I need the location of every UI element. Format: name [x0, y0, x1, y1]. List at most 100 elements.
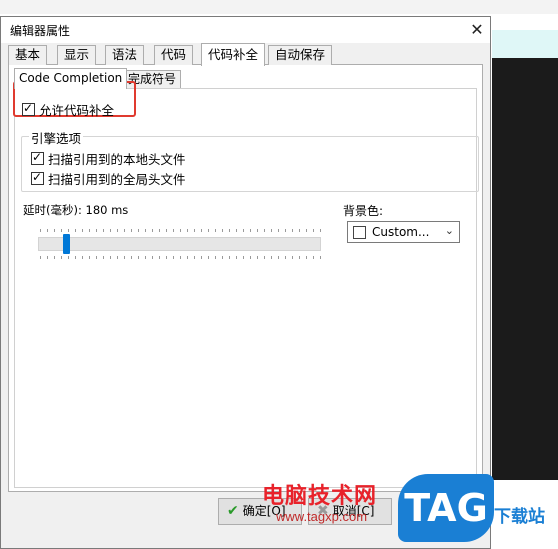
slider-tick [152, 256, 153, 259]
slider-tick [271, 256, 272, 259]
slider-tick [75, 229, 76, 232]
slider-tick [229, 256, 230, 259]
slider-tick [145, 256, 146, 259]
slider-tick [152, 229, 153, 232]
slider-ticks-bottom [40, 256, 321, 259]
slider-tick [187, 256, 188, 259]
slider-tick [124, 256, 125, 259]
watermark-suffix: 下载站 [494, 507, 545, 527]
watermark-logo: TAG [398, 474, 494, 542]
slider-tick [180, 229, 181, 232]
background-editor [492, 58, 558, 480]
background-color-label: 背景色: [343, 204, 384, 218]
slider-tick [292, 256, 293, 259]
slider-tick [103, 229, 104, 232]
slider-tick [54, 256, 55, 259]
slider-tick [236, 256, 237, 259]
delay-slider-track[interactable] [38, 237, 321, 251]
delay-label: 延时(毫秒): 180 ms [23, 203, 129, 217]
slider-tick [285, 229, 286, 232]
slider-tick [299, 256, 300, 259]
scan-global-headers-checkbox[interactable]: ✓ [31, 170, 44, 185]
slider-tick [229, 229, 230, 232]
slider-tick [243, 256, 244, 259]
tab-code-completion[interactable]: 代码补全 [201, 43, 266, 66]
slider-tick [306, 229, 307, 232]
slider-tick [243, 229, 244, 232]
slider-tick [96, 229, 97, 232]
slider-tick [208, 229, 209, 232]
enable-completion-checkbox[interactable]: ✓ [22, 101, 35, 116]
slider-tick [292, 229, 293, 232]
slider-tick [145, 229, 146, 232]
slider-tick [40, 229, 41, 232]
slider-tick [257, 256, 258, 259]
slider-tick [82, 256, 83, 259]
slider-tick [222, 229, 223, 232]
slider-tick [194, 229, 195, 232]
slider-tick [236, 229, 237, 232]
background-color-value: Custom... [372, 225, 430, 239]
title-bar: 编辑器属性 ✕ [1, 17, 490, 43]
delay-slider-thumb[interactable] [63, 234, 70, 254]
scan-global-headers-label: 扫描引用到的全局头文件 [48, 172, 186, 187]
slider-tick [124, 229, 125, 232]
close-icon[interactable]: ✕ [465, 19, 489, 41]
color-swatch [353, 226, 366, 239]
slider-tick [306, 256, 307, 259]
slider-tick [313, 229, 314, 232]
slider-tick [75, 256, 76, 259]
slider-tick [61, 229, 62, 232]
slider-tick [222, 256, 223, 259]
slider-tick [278, 229, 279, 232]
slider-tick [117, 256, 118, 259]
slider-tick [89, 229, 90, 232]
slider-tick [173, 229, 174, 232]
slider-tick [89, 256, 90, 259]
slider-tick [201, 256, 202, 259]
slider-tick [47, 229, 48, 232]
slider-tick [194, 256, 195, 259]
scan-local-headers-checkbox[interactable]: ✓ [31, 150, 44, 165]
tab-code[interactable]: 代码 [154, 45, 194, 65]
slider-tick [54, 229, 55, 232]
slider-tick [320, 256, 321, 259]
slider-tick [131, 256, 132, 259]
slider-tick [103, 256, 104, 259]
slider-tick [271, 229, 272, 232]
slider-tick [159, 229, 160, 232]
slider-tick [285, 256, 286, 259]
check-icon: ✓ [32, 170, 43, 184]
enable-completion-option[interactable]: ✓ 允许代码补全 [22, 100, 114, 119]
subtab-code-completion[interactable]: Code Completion [14, 68, 128, 89]
scan-local-headers-option[interactable]: ✓ 扫描引用到的本地头文件 [31, 149, 186, 168]
tab-display[interactable]: 显示 [57, 45, 97, 65]
slider-tick [159, 256, 160, 259]
slider-tick [117, 229, 118, 232]
slider-tick [264, 229, 265, 232]
tab-autosave[interactable]: 自动保存 [268, 45, 333, 65]
watermark-brand: 电脑技术网 [262, 484, 378, 509]
slider-tick [201, 229, 202, 232]
slider-tick [166, 256, 167, 259]
slider-tick [110, 229, 111, 232]
slider-tick [250, 256, 251, 259]
slider-tick [68, 256, 69, 259]
check-icon: ✔ [227, 503, 239, 519]
background-color-select[interactable]: Custom... ⌄ [347, 221, 460, 243]
slider-tick [40, 256, 41, 259]
tab-basic[interactable]: 基本 [8, 45, 48, 65]
slider-tick [61, 256, 62, 259]
slider-tick [320, 229, 321, 232]
slider-tick [82, 229, 83, 232]
slider-tick [131, 229, 132, 232]
slider-tick [173, 256, 174, 259]
slider-tick [166, 229, 167, 232]
slider-tick [215, 256, 216, 259]
scan-global-headers-option[interactable]: ✓ 扫描引用到的全局头文件 [31, 169, 186, 188]
slider-tick [180, 256, 181, 259]
scan-local-headers-label: 扫描引用到的本地头文件 [48, 152, 186, 167]
tab-syntax[interactable]: 语法 [105, 45, 145, 65]
slider-tick [264, 256, 265, 259]
slider-tick [208, 256, 209, 259]
